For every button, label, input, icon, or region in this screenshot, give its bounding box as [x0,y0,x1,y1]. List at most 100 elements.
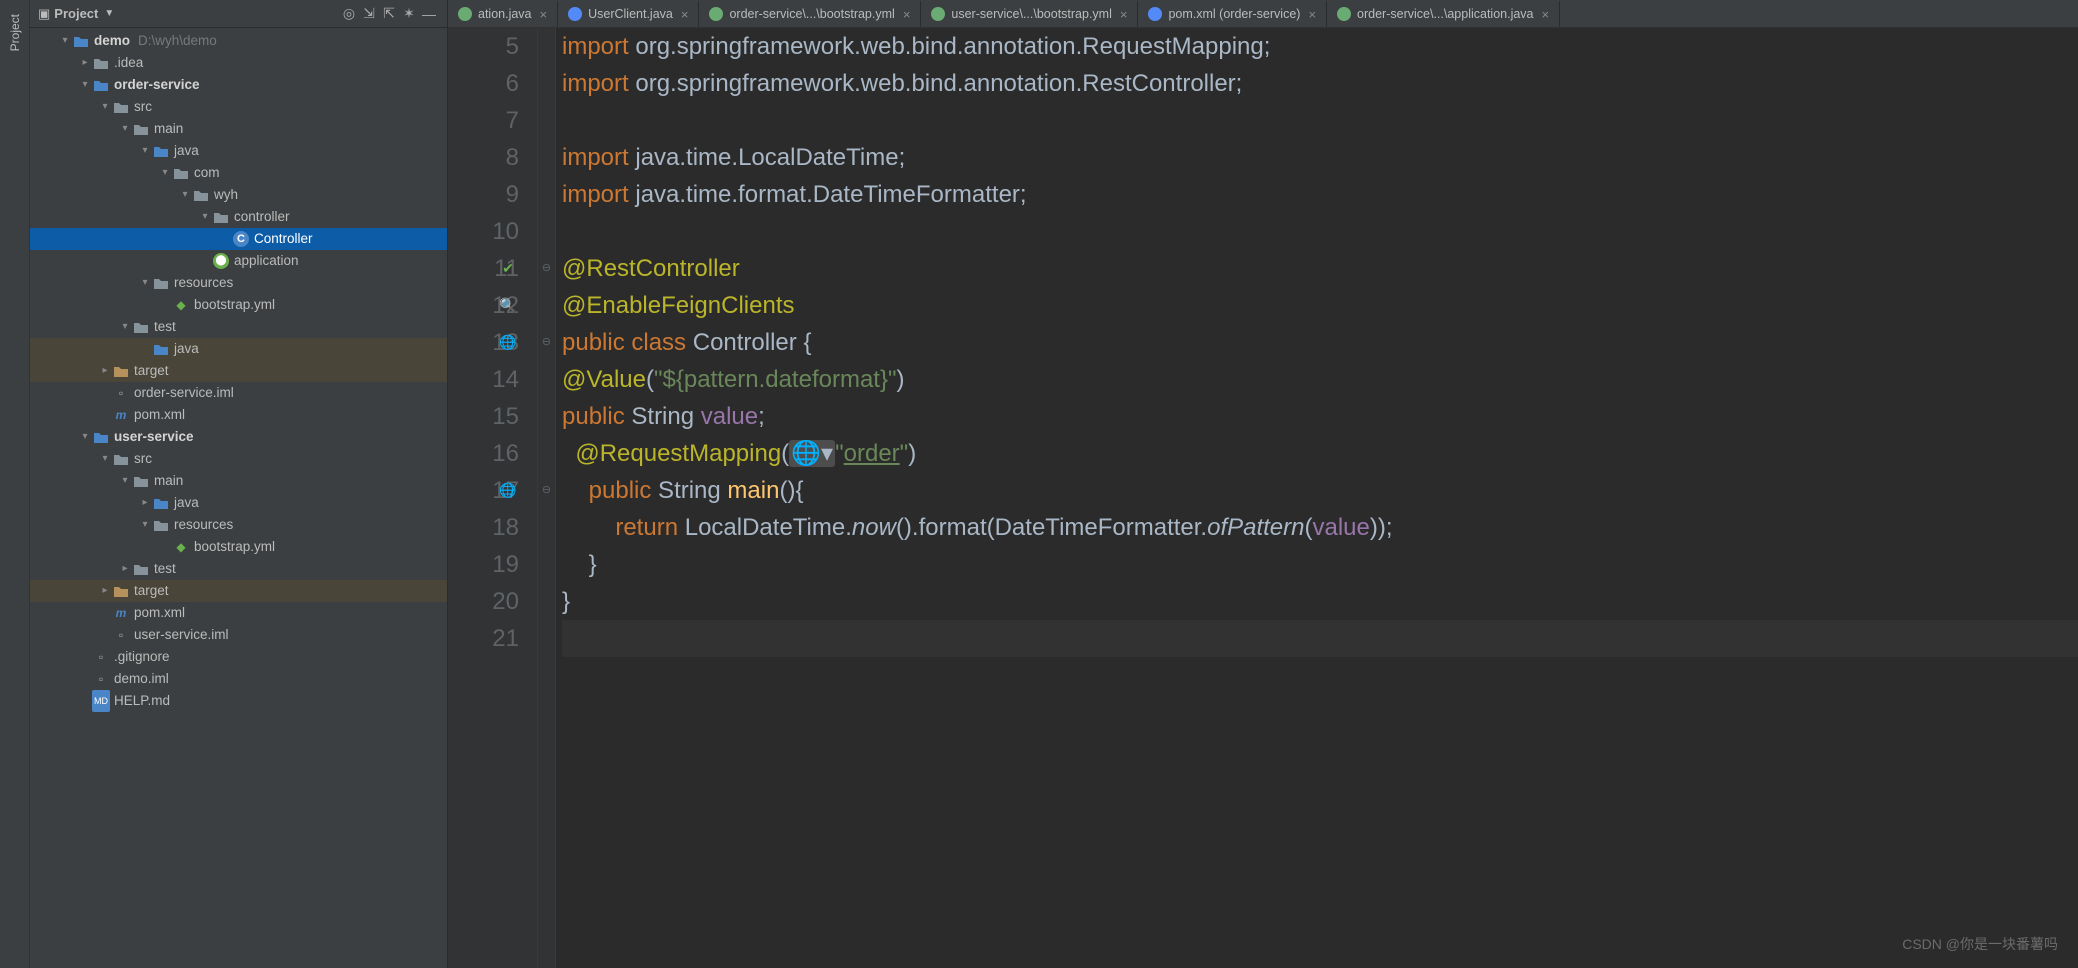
line-gutter: 56789101112131415161718192021✔🔍🌐🌐 [448,28,538,968]
chevron-icon[interactable]: ▸ [98,580,112,602]
tree-label: demo.iml [114,668,169,690]
tree-item[interactable]: ◆bootstrap.yml [30,294,447,316]
tree-item[interactable]: ▾demoD:\wyh\demo [30,30,447,52]
code-content[interactable]: import org.springframework.web.bind.anno… [556,28,2078,968]
tree-label: resources [174,272,233,294]
expand-icon[interactable]: ⇲ [359,4,379,24]
tree-item[interactable]: ▾wyh [30,184,447,206]
chevron-icon[interactable]: ▾ [78,74,92,96]
chevron-icon[interactable]: ▸ [78,52,92,74]
tree-item[interactable]: ▾ src [30,96,447,118]
folder-blue-icon [152,494,170,512]
tree-item[interactable]: ▾ resources [30,272,447,294]
tree-item[interactable]: ▸ .idea [30,52,447,74]
chevron-icon[interactable]: ▾ [138,272,152,294]
editor-tab[interactable]: pom.xml (order-service) × [1138,1,1327,27]
close-icon[interactable]: × [540,7,548,22]
chevron-icon[interactable]: ▸ [118,558,132,580]
tree-label: main [154,470,183,492]
close-icon[interactable]: × [681,7,689,22]
editor-tab[interactable]: ation.java× [448,1,558,27]
tree-item[interactable]: ▾ order-service [30,74,447,96]
tree-item[interactable]: ▾com [30,162,447,184]
tree-label: demo [94,30,130,52]
tree-item[interactable]: ▫order-service.iml [30,382,447,404]
chevron-icon[interactable]: ▾ [138,140,152,162]
gutter-icon[interactable]: 🌐 [499,324,516,361]
chevron-icon[interactable]: ▸ [138,492,152,514]
project-tree[interactable]: ▾demoD:\wyh\demo▸.idea▾order-service▾src… [30,28,447,968]
editor-tab[interactable]: order-service\...\bootstrap.yml× [699,1,921,27]
fold-column[interactable]: ⊖⊖⊖ [538,28,556,968]
tree-label: src [134,96,152,118]
tree-item[interactable]: ▫.gitignore [30,646,447,668]
chevron-icon[interactable]: ▾ [198,206,212,228]
collapse-icon[interactable]: ⇱ [379,4,399,24]
close-icon[interactable]: × [1542,7,1550,22]
target-icon[interactable]: ◎ [339,4,359,24]
tree-item[interactable]: mpom.xml [30,602,447,624]
gutter-icon[interactable]: ✔ [502,250,514,287]
tree-item[interactable]: ◆bootstrap.yml [30,536,447,558]
project-panel-header: ▣ Project ▼ ◎ ⇲ ⇱ ✶ — [30,0,447,28]
chevron-icon[interactable]: ▾ [118,316,132,338]
code-editor[interactable]: 56789101112131415161718192021✔🔍🌐🌐 ⊖⊖⊖ im… [448,28,2078,968]
tree-item[interactable]: ▸test [30,558,447,580]
folder-blue-icon [92,76,110,94]
hide-icon[interactable]: — [419,4,439,24]
tree-item[interactable]: ▾user-service [30,426,447,448]
editor-area: ation.java×UserClient.java×order-service… [448,0,2078,968]
close-icon[interactable]: × [1120,7,1128,22]
tree-item[interactable]: mpom.xml [30,404,447,426]
chevron-icon[interactable]: ▾ [138,514,152,536]
editor-tab[interactable]: UserClient.java× [558,1,699,27]
editor-tab[interactable]: user-service\...\bootstrap.yml× [921,1,1138,27]
tree-item[interactable]: ▸ target [30,360,447,382]
dropdown-icon[interactable]: ▼ [104,8,114,19]
chevron-icon[interactable]: ▾ [78,426,92,448]
project-tool-tab[interactable]: Project [8,8,22,57]
gutter-icon[interactable]: 🔍 [499,287,516,324]
close-icon[interactable]: × [1308,7,1316,22]
chevron-icon[interactable]: ▾ [158,162,172,184]
chevron-icon[interactable]: ▾ [178,184,192,206]
tree-item[interactable]: ▸target [30,580,447,602]
tree-item[interactable]: ▾controller [30,206,447,228]
chevron-icon[interactable]: ▾ [98,96,112,118]
folder-blue-icon [152,340,170,358]
tree-item[interactable]: ▾java [30,140,447,162]
tree-label: order-service [114,74,200,96]
chevron-icon[interactable]: ▸ [98,360,112,382]
tree-item[interactable]: java [30,338,447,360]
gutter-icon[interactable]: 🌐 [499,472,516,509]
chevron-icon[interactable]: ▾ [58,30,72,52]
tree-label: Controller [254,228,313,250]
tool-window-bar[interactable]: Project [0,0,30,968]
tree-item[interactable]: ▾test [30,316,447,338]
tree-item[interactable]: ▫demo.iml [30,668,447,690]
chevron-icon[interactable]: ▾ [118,118,132,140]
editor-tab[interactable]: order-service\...\application.java× [1327,1,1560,27]
tab-label: pom.xml (order-service) [1168,7,1300,21]
tree-item[interactable]: ▫user-service.iml [30,624,447,646]
tree-item[interactable]: ▾src [30,448,447,470]
file-icon: ▫ [92,648,110,666]
tree-item[interactable]: MDHELP.md [30,690,447,712]
tree-item[interactable]: ▾ main [30,470,447,492]
settings-icon[interactable]: ✶ [399,4,419,24]
tree-item[interactable]: ⬤application [30,250,447,272]
close-icon[interactable]: × [903,7,911,22]
tree-item[interactable]: ▾resources [30,514,447,536]
tree-label: main [154,118,183,140]
chevron-icon[interactable]: ▾ [98,448,112,470]
file-type-icon [568,7,582,21]
tree-label: .idea [114,52,143,74]
panel-title[interactable]: Project [54,6,98,21]
class-icon: C [232,230,250,248]
folder-icon [212,208,230,226]
tree-item[interactable]: ▾ main [30,118,447,140]
tree-item[interactable]: ▸java [30,492,447,514]
tree-item[interactable]: CController [30,228,447,250]
chevron-icon[interactable]: ▾ [118,470,132,492]
tree-label: target [134,360,169,382]
